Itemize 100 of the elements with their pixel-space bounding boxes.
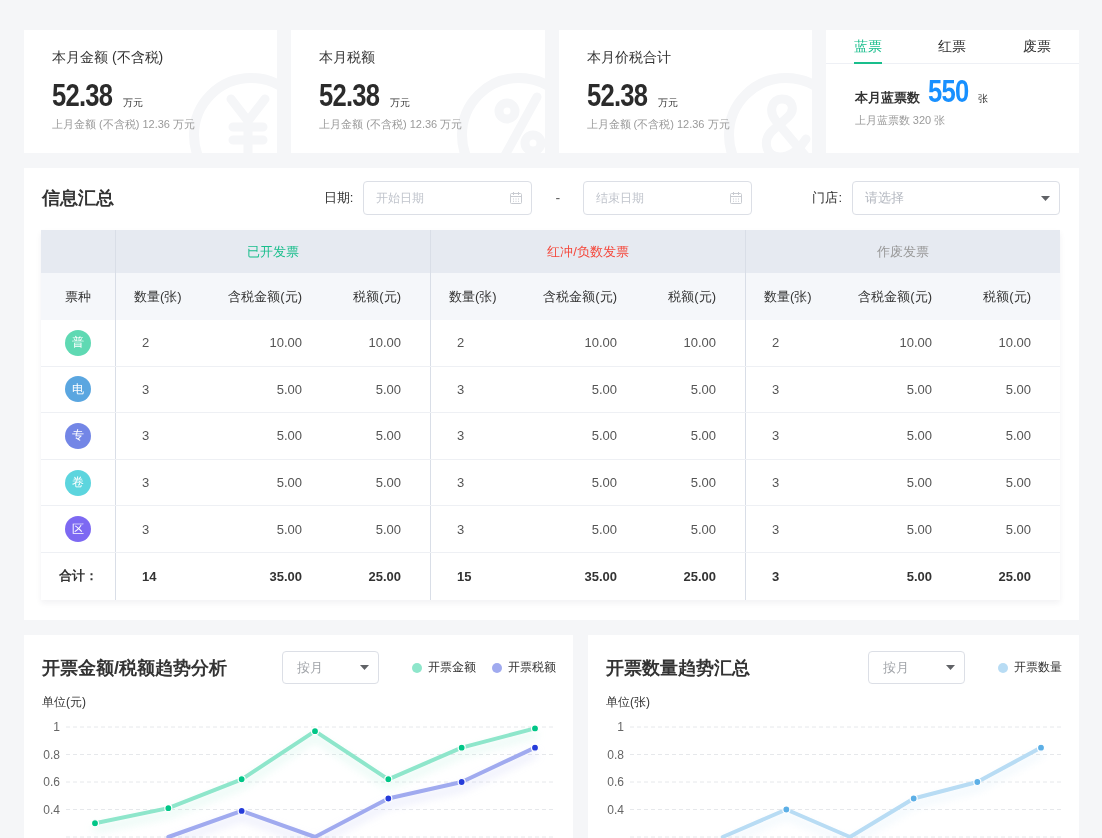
y-tick-label: 0.8 xyxy=(43,747,60,762)
table-cell-text: 5.00 xyxy=(275,427,303,446)
table-cell-text: 5.00 xyxy=(1004,427,1032,446)
stat-value: 52.38 xyxy=(319,77,380,113)
table-cell-text: 10.00 xyxy=(583,334,618,353)
legend-label: 开票金额 xyxy=(428,659,476,676)
table-cell-text: 5.00 xyxy=(374,380,402,399)
chart-title: 开票金额/税额趋势分析 xyxy=(42,656,227,680)
table-cell-text: 5.00 xyxy=(590,520,618,539)
stat-title: 本月金额 (不含税) xyxy=(52,49,164,65)
unit-label: 单位(元) xyxy=(42,695,86,709)
column-header: 数量(张) xyxy=(745,273,835,320)
y-tick-label: 0.4 xyxy=(607,802,624,817)
table-cell-text: 5.00 xyxy=(590,474,618,493)
stat-title: 本月价税合计 xyxy=(586,49,671,65)
column-header: 税额(元) xyxy=(667,287,717,306)
table-cell-text: 10.00 xyxy=(268,334,303,353)
group-title: 红冲/负数发票 xyxy=(547,242,629,261)
total-label: 合计： xyxy=(57,567,99,586)
start-date-field[interactable]: 开始日期 xyxy=(363,181,533,215)
invoice-type-badge: 电 xyxy=(65,376,91,403)
table-cell: 3 xyxy=(745,459,835,506)
tab[interactable]: 废票 xyxy=(1022,38,1051,64)
end-date-field[interactable]: 结束日期 xyxy=(583,181,753,215)
invoice-type-badge: 专 xyxy=(65,423,91,449)
table-cell: 2 xyxy=(745,320,835,366)
total-cell-text: 35.00 xyxy=(268,567,303,586)
table-cell: 3 xyxy=(430,506,520,552)
previous-month-text: 上月金额 (不含税) 12.36 万元 xyxy=(52,117,196,131)
legend-label: 开票数量 xyxy=(1014,659,1062,676)
table-cell-text: 10.00 xyxy=(682,334,717,353)
table-cell-text: 5.00 xyxy=(275,380,303,399)
table-cell-text: 5.00 xyxy=(1004,520,1032,539)
table-cell-text: 5.00 xyxy=(1004,474,1032,493)
column-header: 含税金额(元) xyxy=(227,287,303,306)
total-cell-text: 25.00 xyxy=(367,567,402,586)
table-cell-text: 10.00 xyxy=(997,334,1032,353)
table-cell-text: 5.00 xyxy=(275,474,303,493)
table-cell: 3 xyxy=(115,506,205,552)
calendar-icon xyxy=(510,192,523,204)
table-cell: 3 xyxy=(430,366,520,413)
panel-title: 信息汇总 xyxy=(42,187,114,210)
table-cell-text: 5.00 xyxy=(689,427,717,446)
table-cell: 2 xyxy=(115,320,205,366)
table-cell-text: 5.00 xyxy=(590,427,618,446)
y-tick-label: 0.4 xyxy=(43,802,60,817)
y-tick-label: 1 xyxy=(617,720,624,734)
table-cell: 3 xyxy=(115,459,205,506)
previous-month-text: 上月金额 (不含税) 12.36 万元 xyxy=(319,117,463,131)
y-tick-label: 0.6 xyxy=(607,775,624,789)
caret-icon xyxy=(360,665,369,670)
total-cell-text: 5.00 xyxy=(905,567,933,586)
table-cell-text: 5.00 xyxy=(374,427,402,446)
caret-icon xyxy=(1041,195,1050,201)
caret-icon xyxy=(946,665,955,670)
period-select[interactable]: 按月 xyxy=(868,651,965,684)
column-header: 含税金额(元) xyxy=(857,287,933,306)
table-cell-text: 5.00 xyxy=(905,427,933,446)
previous-month-text: 上月蓝票数 320 张 xyxy=(854,113,946,127)
chart-title: 开票数量趋势汇总 xyxy=(606,656,750,680)
period-select[interactable]: 按月 xyxy=(282,651,379,684)
table-cell: 3 xyxy=(115,413,205,459)
invoice-type-badge: 区 xyxy=(65,516,91,543)
table-cell-text: 5.00 xyxy=(689,520,717,539)
ticket-count-label: 本月蓝票数 xyxy=(854,90,920,106)
group-title: 已开发票 xyxy=(247,242,299,261)
ticket-count-value: 550 xyxy=(927,73,969,109)
tab[interactable]: 红票 xyxy=(938,38,967,64)
y-tick-label: 0.8 xyxy=(607,747,624,762)
store-select[interactable]: 请选择 xyxy=(852,181,1060,215)
total-cell: 3 xyxy=(745,552,835,600)
tab[interactable]: 蓝票 xyxy=(853,38,882,64)
column-header: 票种 xyxy=(64,287,92,306)
table-cell-text: 5.00 xyxy=(1004,380,1032,399)
table-cell: 3 xyxy=(745,366,835,413)
date-label: 日期: xyxy=(323,189,354,207)
column-header: 税额(元) xyxy=(982,287,1032,306)
table-cell: 3 xyxy=(745,506,835,552)
column-header: 含税金额(元) xyxy=(542,287,618,306)
invoice-type-badge: 卷 xyxy=(65,469,91,496)
stat-title: 本月税额 xyxy=(319,49,376,65)
column-header: 税额(元) xyxy=(352,287,402,306)
table-cell: 3 xyxy=(430,459,520,506)
table-cell-text: 5.00 xyxy=(275,520,303,539)
table-cell: 3 xyxy=(430,413,520,459)
calendar-icon xyxy=(730,192,743,204)
table-cell-text: 5.00 xyxy=(374,520,402,539)
total-cell-text: 25.00 xyxy=(682,567,717,586)
unit-text: 万元 xyxy=(123,97,144,109)
invoice-type-badge: 普 xyxy=(65,329,91,356)
date-range-separator: - xyxy=(554,190,562,206)
unit-label: 单位(张) xyxy=(606,695,650,709)
table-cell-text: 5.00 xyxy=(374,474,402,493)
unit-text: 万元 xyxy=(657,97,678,109)
total-cell-text: 35.00 xyxy=(583,567,618,586)
table-cell-text: 5.00 xyxy=(905,380,933,399)
y-tick-label: 0.6 xyxy=(43,775,60,789)
stat-value: 52.38 xyxy=(52,77,113,113)
table-cell-text: 5.00 xyxy=(689,380,717,399)
table-cell-text: 10.00 xyxy=(898,334,933,353)
